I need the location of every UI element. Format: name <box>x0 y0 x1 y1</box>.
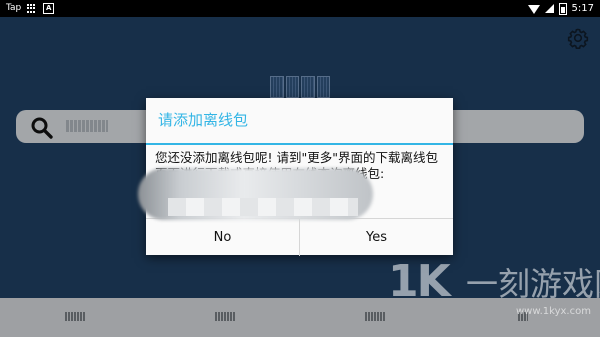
battery-icon <box>558 2 567 15</box>
no-button[interactable]: No <box>146 219 300 256</box>
a-icon: A <box>43 3 55 14</box>
wifi-icon <box>527 5 540 14</box>
yes-button[interactable]: Yes <box>300 219 453 256</box>
watermark-brand: 一刻游戏网 <box>466 265 600 303</box>
dialog-title: 请添加离线包 <box>158 111 249 129</box>
dialog-button-bar: No Yes <box>146 218 453 256</box>
watermark-logo: 1K <box>388 256 451 307</box>
obscured-overlay-strip <box>168 198 358 216</box>
dialog-title-divider <box>146 143 453 145</box>
watermark: 1K 一刻游戏网 www.1kyx.com <box>388 258 600 322</box>
watermark-url: www.1kyx.com <box>516 306 591 317</box>
grid-icon <box>27 3 37 14</box>
status-bar: Tap A 5:17 <box>0 0 600 17</box>
status-time: 5:17 <box>571 3 594 14</box>
signal-icon <box>544 4 554 13</box>
status-app-label: Tap <box>6 3 22 13</box>
